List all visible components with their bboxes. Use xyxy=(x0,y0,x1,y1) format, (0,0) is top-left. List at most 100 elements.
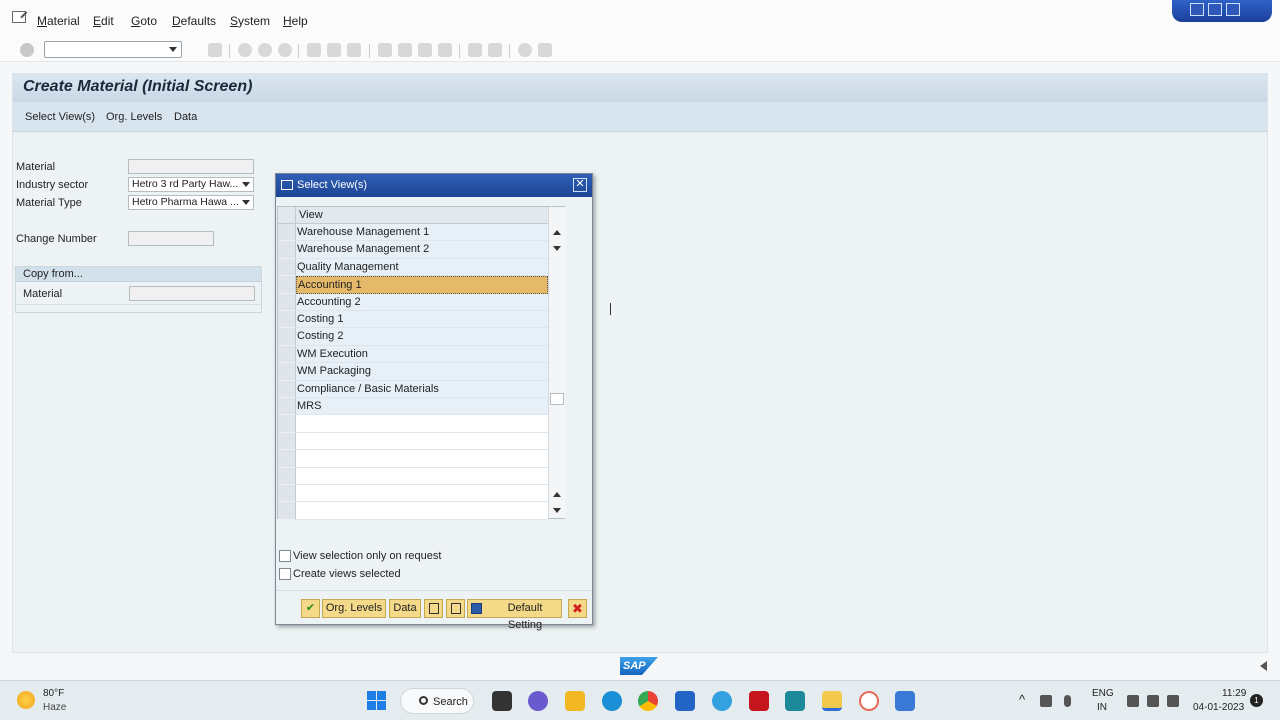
cloud-icon[interactable] xyxy=(1040,695,1052,707)
org-levels-dialog-button[interactable]: Org. Levels xyxy=(322,599,386,618)
empty-row[interactable] xyxy=(296,502,548,520)
chrome-browser-icon[interactable] xyxy=(638,691,658,711)
volume-icon[interactable] xyxy=(1147,695,1159,707)
empty-row[interactable] xyxy=(296,415,548,433)
vertical-scrollbar[interactable] xyxy=(548,207,565,518)
mcafee-icon[interactable] xyxy=(749,691,769,711)
row-selector[interactable] xyxy=(278,450,296,468)
taskbar-search[interactable]: Search xyxy=(400,688,474,714)
select-views-button[interactable]: Select View(s) xyxy=(25,111,95,123)
chevron-down-icon[interactable] xyxy=(242,200,250,205)
view-row[interactable]: Compliance / Basic Materials xyxy=(296,380,548,398)
sap-gui-active-icon[interactable] xyxy=(822,691,842,711)
window-close-icon[interactable] xyxy=(1226,3,1240,16)
row-selector[interactable] xyxy=(278,502,296,520)
sap-logon-icon[interactable] xyxy=(712,691,732,711)
language-region[interactable]: IN xyxy=(1097,702,1107,713)
view-row[interactable]: WM Execution xyxy=(296,345,548,364)
file-explorer-icon[interactable] xyxy=(565,691,585,711)
view-column-header[interactable]: View xyxy=(296,207,548,224)
empty-row[interactable] xyxy=(296,485,548,503)
row-selector[interactable] xyxy=(278,380,296,398)
dialog-title-bar[interactable]: Select View(s) ✕ xyxy=(276,174,592,197)
scroll-up-icon[interactable] xyxy=(553,230,561,235)
chevron-down-icon[interactable] xyxy=(242,182,250,187)
row-selector[interactable] xyxy=(278,467,296,485)
material-type-select[interactable]: Hetro Pharma Hawa ... xyxy=(128,195,254,210)
previous-page-icon[interactable] xyxy=(398,43,412,57)
restore-icon[interactable] xyxy=(1208,3,1222,16)
edge-browser-icon[interactable] xyxy=(602,691,622,711)
notepad-icon[interactable] xyxy=(895,691,915,711)
view-row[interactable]: Warehouse Management 2 xyxy=(296,241,548,259)
last-page-icon[interactable] xyxy=(438,43,452,57)
row-selector[interactable] xyxy=(278,311,296,329)
view-row[interactable]: Accounting 1 xyxy=(296,276,548,294)
cancel-icon[interactable] xyxy=(278,43,292,57)
select-all-handle[interactable] xyxy=(278,207,296,224)
deselect-all-button[interactable] xyxy=(446,599,465,618)
view-row[interactable]: Costing 2 xyxy=(296,328,548,346)
next-page-icon[interactable] xyxy=(418,43,432,57)
shortcut-icon[interactable] xyxy=(488,43,502,57)
empty-row[interactable] xyxy=(296,467,548,485)
new-session-icon[interactable] xyxy=(468,43,482,57)
print-icon[interactable] xyxy=(307,43,321,57)
org-levels-button[interactable]: Org. Levels xyxy=(106,111,162,123)
row-selector[interactable] xyxy=(278,293,296,311)
notification-badge[interactable]: 1 xyxy=(1250,694,1263,707)
command-field[interactable] xyxy=(44,41,182,58)
close-icon[interactable]: ✕ xyxy=(573,178,587,192)
row-selector[interactable] xyxy=(278,224,296,242)
empty-row[interactable] xyxy=(296,432,548,451)
language-code[interactable]: ENG xyxy=(1092,688,1114,699)
scroll-down-icon[interactable] xyxy=(553,246,561,251)
status-expand-icon[interactable] xyxy=(1260,661,1267,671)
row-selector[interactable] xyxy=(278,432,296,451)
view-row[interactable]: Accounting 2 xyxy=(296,293,548,311)
view-row[interactable]: MRS xyxy=(296,398,548,416)
menu-help[interactable]: Help xyxy=(283,14,308,28)
menu-goto[interactable]: Goto xyxy=(131,14,157,28)
row-selector[interactable] xyxy=(278,363,296,381)
view-selection-on-request-checkbox[interactable] xyxy=(279,550,291,562)
cancel-button[interactable]: ✖ xyxy=(568,599,587,618)
exit-icon[interactable] xyxy=(258,43,272,57)
view-row[interactable]: WM Packaging xyxy=(296,363,548,381)
app-icon[interactable] xyxy=(785,691,805,711)
screen-recorder-icon[interactable] xyxy=(859,691,879,711)
row-selector[interactable] xyxy=(278,485,296,503)
session-icon[interactable] xyxy=(12,11,26,23)
microphone-icon[interactable] xyxy=(1064,695,1071,707)
battery-icon[interactable] xyxy=(1167,695,1179,707)
wifi-icon[interactable] xyxy=(1127,695,1139,707)
industry-sector-select[interactable]: Hetro 3 rd Party Haw... xyxy=(128,177,254,192)
back-icon[interactable] xyxy=(238,43,252,57)
row-selector[interactable] xyxy=(278,328,296,346)
row-selector[interactable] xyxy=(278,415,296,433)
scroll-down-icon[interactable] xyxy=(553,508,561,513)
first-page-icon[interactable] xyxy=(378,43,392,57)
microsoft-store-icon[interactable] xyxy=(675,691,695,711)
layout-menu-icon[interactable] xyxy=(538,43,552,57)
default-setting-button[interactable]: Default Setting xyxy=(467,599,562,631)
menu-edit[interactable]: Edit xyxy=(93,14,114,28)
teams-chat-icon[interactable] xyxy=(528,691,548,711)
task-view-icon[interactable] xyxy=(492,691,512,711)
view-row[interactable]: Quality Management xyxy=(296,258,548,277)
empty-row[interactable] xyxy=(296,450,548,468)
help-icon[interactable] xyxy=(518,43,532,57)
find-icon[interactable] xyxy=(327,43,341,57)
menu-system[interactable]: System xyxy=(230,14,270,28)
menu-material[interactable]: Material xyxy=(37,14,80,28)
save-icon[interactable] xyxy=(208,43,222,57)
copy-material-input[interactable] xyxy=(129,286,255,301)
row-selector[interactable] xyxy=(278,258,296,277)
row-selector[interactable] xyxy=(278,345,296,364)
continue-button[interactable]: ✔ xyxy=(301,599,320,618)
create-views-selected-checkbox[interactable] xyxy=(279,568,291,580)
chevron-up-icon[interactable]: ^ xyxy=(1019,692,1025,707)
view-row[interactable]: Warehouse Management 1 xyxy=(296,224,548,242)
row-selector[interactable] xyxy=(278,398,296,416)
row-selector[interactable] xyxy=(278,276,296,294)
